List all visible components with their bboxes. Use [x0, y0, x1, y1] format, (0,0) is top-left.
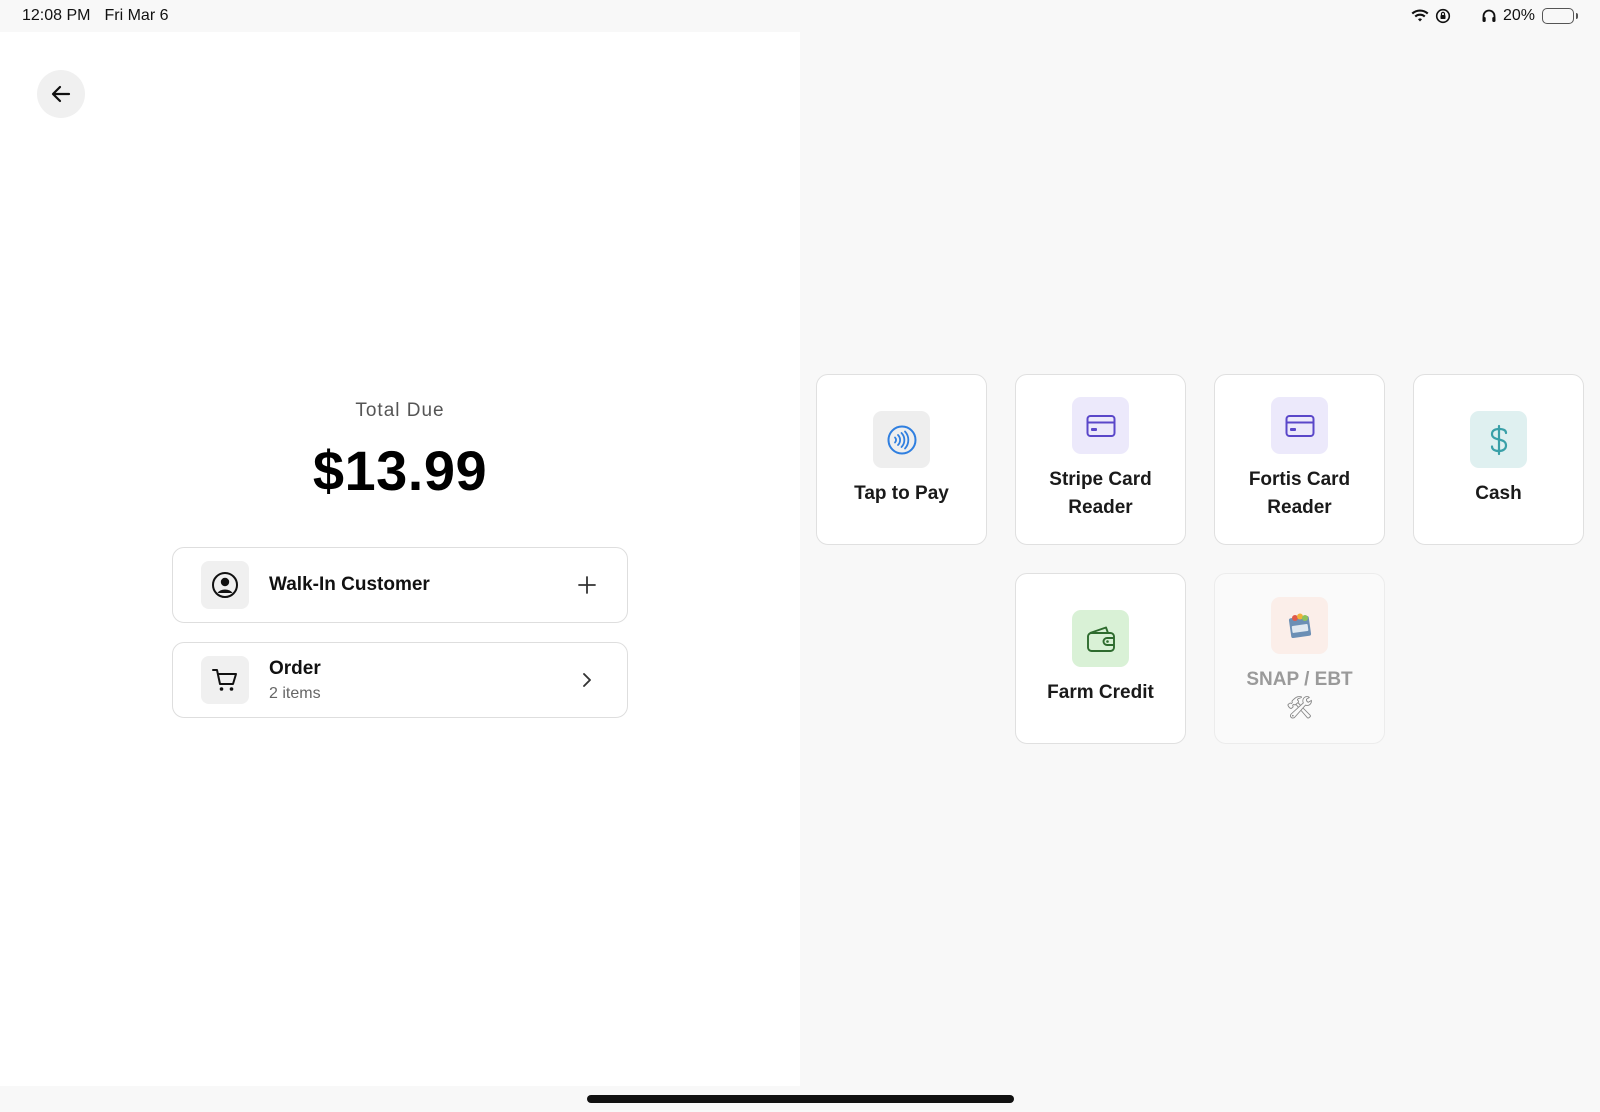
battery-percent: 20% [1502, 7, 1535, 24]
orientation-lock-icon [1434, 7, 1452, 25]
customer-row[interactable]: Walk-In Customer [172, 547, 628, 623]
cart-icon [201, 656, 249, 704]
payment-tap-to-pay[interactable]: Tap to Pay [816, 374, 987, 545]
payment-cash[interactable]: Cash [1413, 374, 1584, 545]
arrow-left-icon [49, 82, 73, 106]
battery-icon [1542, 8, 1578, 24]
home-indicator[interactable] [587, 1095, 1014, 1103]
payment-fortis-card-reader[interactable]: Fortis Card Reader [1214, 374, 1385, 545]
credit-card-icon [1271, 397, 1328, 454]
payment-stripe-card-reader[interactable]: Stripe Card Reader [1015, 374, 1186, 545]
payment-label: Cash [1475, 483, 1522, 504]
dollar-icon [1470, 411, 1527, 468]
order-title: Order [269, 657, 321, 679]
contactless-icon [873, 411, 930, 468]
wifi-icon [1411, 7, 1429, 25]
payment-label: Tap to Pay [854, 483, 949, 504]
credit-card-icon [1072, 397, 1129, 454]
status-date: Fri Mar 6 [104, 7, 169, 24]
status-time: 12:08 PM [22, 7, 91, 24]
moon-icon [1457, 7, 1475, 25]
customer-name: Walk-In Customer [269, 574, 430, 595]
payment-farm-credit[interactable]: Farm Credit [1015, 573, 1186, 744]
payment-label: Stripe Card Reader [1049, 469, 1152, 518]
status-right: 20% [1411, 7, 1578, 25]
payment-snap-ebt: SNAP / EBT 🛠 [1214, 573, 1385, 744]
total-due-amount: $13.99 [312, 439, 488, 502]
payment-label: Farm Credit [1047, 682, 1154, 703]
plus-icon[interactable] [575, 573, 599, 597]
wallet-icon [1072, 610, 1129, 667]
payment-label: Fortis Card Reader [1248, 469, 1351, 518]
order-item-count: 2 items [269, 684, 321, 702]
snap-logo-icon [1271, 597, 1328, 654]
headphones-icon [1480, 7, 1498, 25]
chevron-right-icon [575, 668, 599, 692]
checkout-summary-panel: Total Due $13.99 Walk-In Customer Order … [0, 32, 800, 1086]
status-bar: 12:08 PM Fri Mar 6 20% [0, 0, 1600, 32]
payment-label: SNAP / EBT [1246, 669, 1353, 690]
status-left: 12:08 PM Fri Mar 6 [22, 7, 168, 25]
tools-icon: 🛠 [1285, 695, 1314, 720]
back-button[interactable] [37, 70, 85, 118]
payment-methods-panel: Tap to Pay Stripe Card Reader Fortis Car… [800, 32, 1600, 1086]
customer-row-text: Walk-In Customer [269, 574, 575, 596]
order-row-text: Order 2 items [269, 658, 575, 703]
order-row[interactable]: Order 2 items [172, 642, 628, 718]
total-due-label: Total Due [355, 400, 445, 421]
user-circle-icon [201, 561, 249, 609]
